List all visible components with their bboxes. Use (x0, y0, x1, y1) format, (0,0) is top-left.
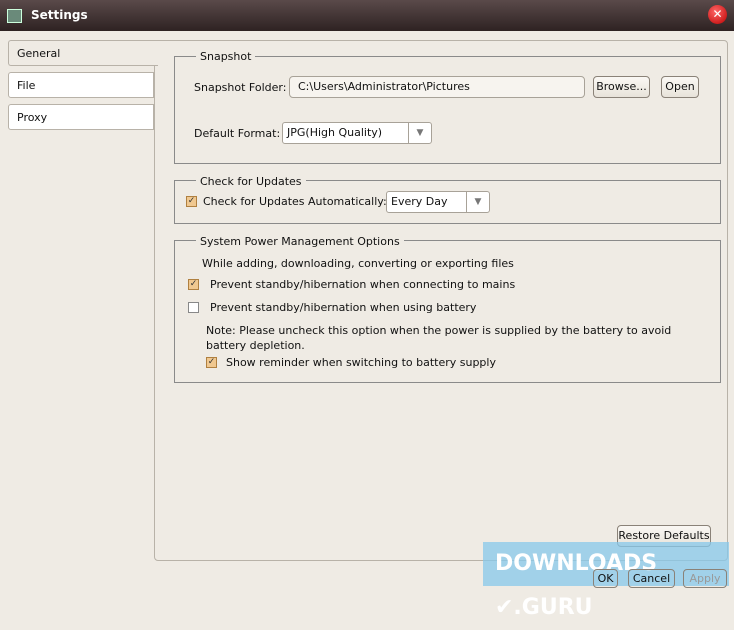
window-title: Settings (31, 8, 88, 22)
chevron-down-icon: ▼ (408, 123, 431, 143)
prevent-battery-label: Prevent standby/hibernation when using b… (210, 301, 477, 314)
update-frequency-value: Every Day (391, 195, 448, 208)
battery-note: Note: Please uncheck this option when th… (206, 324, 672, 352)
reminder-label: Show reminder when switching to battery … (226, 356, 496, 369)
title-bar (0, 0, 734, 31)
prevent-mains-label: Prevent standby/hibernation when connect… (210, 278, 516, 291)
browse-button[interactable]: Browse... (593, 76, 650, 98)
updates-group-label: Check for Updates (196, 175, 306, 188)
update-frequency-select[interactable]: Every Day ▼ (386, 191, 490, 213)
auto-update-label: Check for Updates Automatically: (203, 195, 387, 208)
tab-proxy[interactable]: Proxy (8, 104, 154, 130)
app-icon (7, 9, 22, 23)
tab-general[interactable]: General (8, 40, 158, 66)
apply-button[interactable]: Apply (683, 569, 727, 588)
close-button[interactable]: ✕ (708, 5, 727, 24)
snapshot-folder-label: Snapshot Folder: (194, 81, 287, 94)
default-format-label: Default Format: (194, 127, 281, 140)
power-intro: While adding, downloading, converting or… (202, 257, 514, 270)
tab-file[interactable]: File (8, 72, 154, 98)
auto-update-checkbox[interactable]: ✓ (186, 196, 197, 207)
prevent-mains-checkbox[interactable]: ✓ (188, 279, 199, 290)
cancel-button[interactable]: Cancel (628, 569, 675, 588)
default-format-select[interactable]: JPG(High Quality) ▼ (282, 122, 432, 144)
open-button[interactable]: Open (661, 76, 699, 98)
snapshot-folder-input[interactable]: C:\Users\Administrator\Pictures (289, 76, 585, 98)
default-format-value: JPG(High Quality) (287, 126, 383, 139)
prevent-battery-checkbox[interactable] (188, 302, 199, 313)
snapshot-group-label: Snapshot (196, 50, 256, 63)
chevron-down-icon: ▼ (466, 192, 489, 212)
snapshot-group (174, 56, 721, 164)
reminder-checkbox[interactable]: ✓ (206, 357, 217, 368)
ok-button[interactable]: OK (593, 569, 618, 588)
power-group-label: System Power Management Options (196, 235, 404, 248)
